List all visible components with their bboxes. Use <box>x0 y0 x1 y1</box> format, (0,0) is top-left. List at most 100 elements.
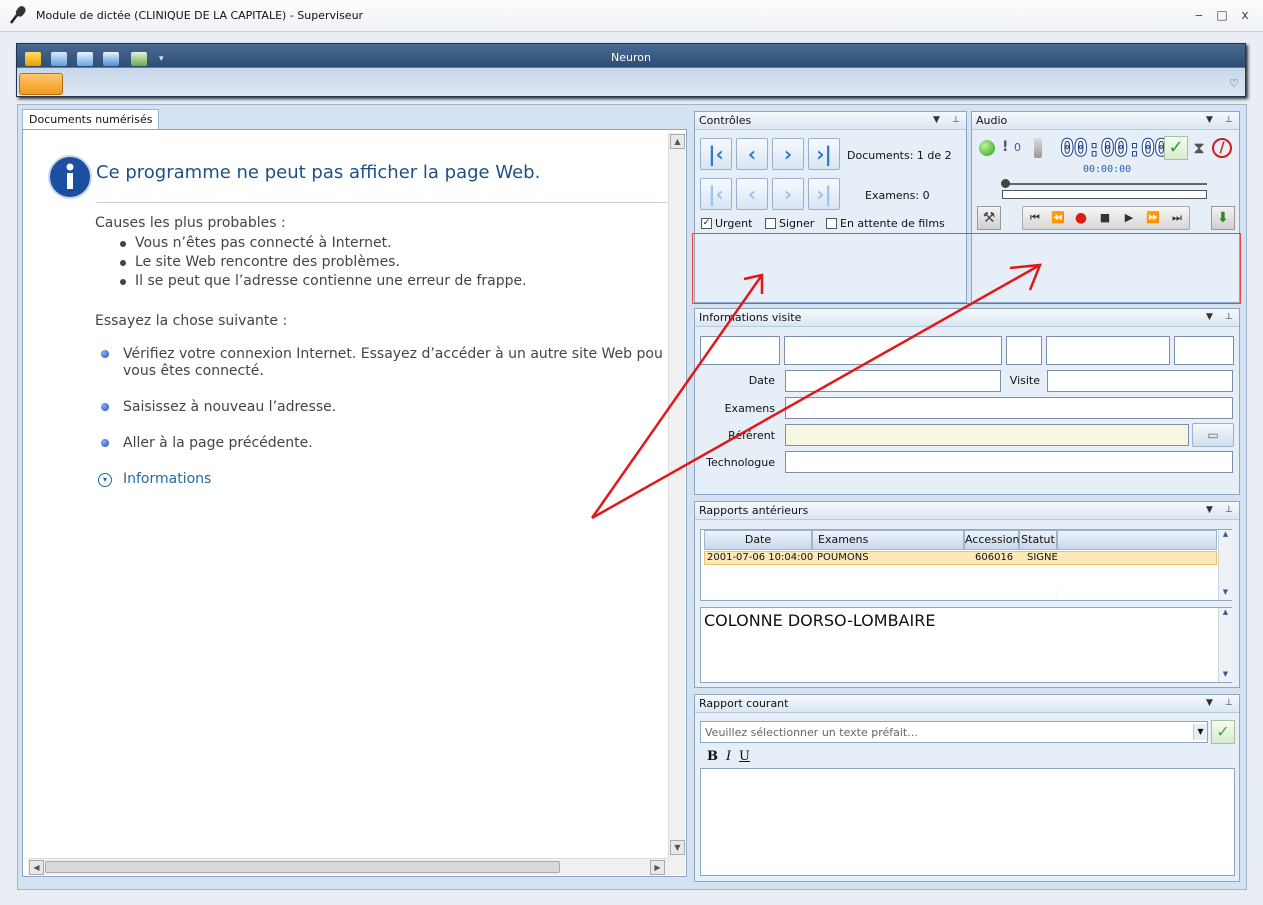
level-icon: 0 <box>1014 141 1021 154</box>
maximize-button[interactable]: □ <box>1213 6 1231 24</box>
minimize-button[interactable]: ‒ <box>1190 6 1208 24</box>
expand-chevron-icon[interactable]: ▾ <box>98 473 112 487</box>
urgent-checkbox[interactable]: ✓ <box>701 218 712 229</box>
scroll-up-icon[interactable]: ▲ <box>1219 608 1232 616</box>
tab-documents-numerises[interactable]: Documents numérisés <box>22 109 160 129</box>
volume-icon[interactable] <box>1034 138 1042 158</box>
technologue-field[interactable] <box>785 451 1233 473</box>
dropdown-icon[interactable]: ▼ <box>1206 312 1213 322</box>
microphone-icon <box>8 5 28 25</box>
informations-link[interactable]: Informations <box>123 471 211 487</box>
close-button[interactable]: x <box>1236 6 1254 24</box>
last-exam-button[interactable]: ›| <box>808 178 840 210</box>
dropdown-icon[interactable]: ▼ <box>1206 115 1213 125</box>
report-preview[interactable]: COLONNE DORSO-LOMBAIRE ▲ ▼ <box>700 607 1232 683</box>
bullet-blue <box>101 350 109 358</box>
bold-button[interactable]: B <box>707 749 718 764</box>
try-item: Aller à la page précédente. <box>123 435 313 451</box>
report-editor[interactable] <box>700 768 1235 876</box>
italic-button[interactable]: I <box>726 749 731 764</box>
films-checkbox[interactable] <box>826 218 837 229</box>
patient-birthdate-field[interactable] <box>1046 336 1170 365</box>
cancel-icon[interactable]: / <box>1212 138 1232 158</box>
signer-checkbox[interactable] <box>765 218 776 229</box>
record-icon[interactable]: ● <box>1072 209 1090 227</box>
slider-thumb[interactable] <box>1001 179 1010 188</box>
scroll-left-icon[interactable]: ◀ <box>29 860 44 875</box>
cause-item: Le site Web rencontre des problèmes. <box>135 254 400 270</box>
scroll-up-icon[interactable]: ▲ <box>1219 530 1232 538</box>
table-row[interactable]: 2001-07-06 10:04:00 POUMONS 606016 SIGNE <box>704 551 1217 565</box>
skip-start-icon[interactable]: ⏮ <box>1026 209 1044 227</box>
window-title: Module de dictée (CLINIQUE DE LA CAPITAL… <box>36 9 364 22</box>
scroll-right-icon[interactable]: ▶ <box>650 860 665 875</box>
pin-icon[interactable]: ⊥ <box>952 115 960 125</box>
fast-forward-icon[interactable]: ⏩ <box>1144 209 1162 227</box>
download-icon[interactable]: ⬇ <box>1211 206 1235 230</box>
patient-sex-field[interactable] <box>1006 336 1042 365</box>
dropdown-icon[interactable]: ▼ <box>933 115 940 125</box>
apply-check-icon[interactable]: ✓ <box>1211 720 1235 744</box>
dropdown-icon[interactable]: ▼ <box>1206 698 1213 708</box>
patient-id-field[interactable] <box>700 336 780 365</box>
pin-icon[interactable]: ⊥ <box>1225 698 1233 708</box>
first-exam-button[interactable]: |‹ <box>700 178 732 210</box>
scroll-thumb[interactable] <box>45 861 560 873</box>
pin-icon[interactable]: ⊥ <box>1225 312 1233 322</box>
cell-accession: 606016 <box>975 552 1014 563</box>
referent-field[interactable] <box>785 424 1189 446</box>
signer-label: Signer <box>779 217 815 230</box>
chevron-down-icon[interactable]: ▼ <box>1193 724 1207 740</box>
scroll-down-icon[interactable]: ▼ <box>1219 670 1232 678</box>
pin-icon[interactable]: ⊥ <box>1225 115 1233 125</box>
web-error-page: Ce programme ne peut pas afficher la pag… <box>28 133 668 858</box>
ribbon-tab-orange[interactable] <box>19 73 63 95</box>
hourglass-icon[interactable]: ⧗ <box>1189 136 1209 160</box>
patient-name-field[interactable] <box>784 336 1002 365</box>
col-examens[interactable]: Examens <box>812 530 964 550</box>
settings-tools-icon[interactable]: ⚒ <box>977 206 1001 230</box>
bullet <box>120 260 126 266</box>
timer-display: 00:00:00 <box>1060 134 1170 163</box>
pin-icon[interactable]: ⊥ <box>1225 505 1233 515</box>
next-exam-button[interactable]: › <box>772 178 804 210</box>
stop-icon[interactable]: ■ <box>1096 209 1114 227</box>
preview-scrollbar[interactable]: ▲ ▼ <box>1218 608 1232 682</box>
bullet <box>120 279 126 285</box>
rewind-icon[interactable]: ⏪ <box>1049 209 1067 227</box>
prefab-text-select[interactable]: Veuillez sélectionner un texte préfait..… <box>700 721 1208 743</box>
scroll-down-icon[interactable]: ▼ <box>1219 588 1232 596</box>
examens-field[interactable] <box>785 397 1233 419</box>
table-row[interactable]: 2006-07-06 10:04:00 COLONNE DORSO-LOMBAI… <box>704 566 1217 599</box>
play-icon[interactable]: ▶ <box>1120 209 1138 227</box>
vertical-scrollbar[interactable]: ▲ ▼ <box>668 133 685 858</box>
timer-small: 00:00:00 <box>1083 164 1132 175</box>
underline-button[interactable]: U <box>739 749 750 764</box>
col-empty <box>1057 530 1217 550</box>
next-document-button[interactable]: › <box>772 138 804 170</box>
visit-title: Informations visite <box>699 311 802 324</box>
skip-end-icon[interactable]: ⏭ <box>1168 209 1186 227</box>
scroll-down-icon[interactable]: ▼ <box>670 840 685 855</box>
last-document-button[interactable]: ›| <box>808 138 840 170</box>
col-date[interactable]: Date <box>704 530 812 550</box>
col-accession[interactable]: Accession <box>964 530 1019 550</box>
ribbon-expand-icon[interactable]: ♡ <box>1229 77 1239 90</box>
referent-lookup-icon[interactable]: ▭ <box>1192 423 1234 447</box>
first-document-button[interactable]: |‹ <box>700 138 732 170</box>
reports-grid: Date Examens Accession Statut 2001-07-06… <box>700 529 1232 601</box>
patient-age-field[interactable] <box>1174 336 1234 365</box>
current-report-panel: Rapport courant ▼ ⊥ Veuillez sélectionne… <box>694 694 1240 882</box>
date-field[interactable] <box>785 370 1001 392</box>
visite-field[interactable] <box>1047 370 1233 392</box>
col-statut[interactable]: Statut <box>1019 530 1057 550</box>
horizontal-scrollbar[interactable]: ◀ ▶ <box>28 858 668 875</box>
confirm-check-icon[interactable]: ✓ <box>1164 136 1188 160</box>
dropdown-icon[interactable]: ▼ <box>1206 505 1213 515</box>
ribbon: ▾ Neuron ♡ <box>16 43 1246 97</box>
scroll-up-icon[interactable]: ▲ <box>670 134 685 149</box>
previous-document-button[interactable]: ‹ <box>736 138 768 170</box>
grid-scrollbar[interactable]: ▲ ▼ <box>1218 530 1232 600</box>
previous-exam-button[interactable]: ‹ <box>736 178 768 210</box>
position-slider[interactable] <box>1002 183 1207 185</box>
